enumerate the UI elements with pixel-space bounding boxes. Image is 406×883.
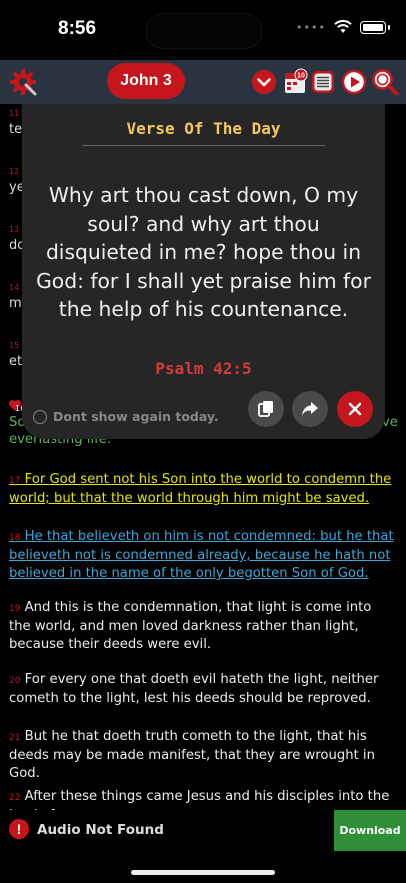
verse-body: And this is the condemnation, that light… bbox=[9, 600, 372, 652]
verse-number: 22 bbox=[9, 793, 21, 803]
verse-number: 17 bbox=[9, 476, 21, 486]
home-indicator[interactable] bbox=[131, 870, 275, 875]
notes-icon[interactable] bbox=[308, 67, 338, 97]
calendar-badge: 10 bbox=[297, 73, 305, 80]
download-button[interactable]: Download bbox=[334, 810, 406, 851]
verse-body: For God sent not his Son into the world … bbox=[9, 472, 392, 506]
dynamic-island bbox=[145, 13, 263, 49]
close-button[interactable] bbox=[337, 391, 373, 427]
verse-fragment: m bbox=[9, 296, 22, 311]
top-toolbar: John 3 10 bbox=[0, 60, 406, 104]
play-icon[interactable] bbox=[339, 67, 369, 97]
battery-icon bbox=[360, 20, 386, 34]
audio-status-text: Audio Not Found bbox=[37, 822, 164, 838]
share-icon bbox=[302, 402, 318, 416]
status-time: 8:56 bbox=[58, 18, 97, 39]
popup-divider bbox=[82, 145, 325, 146]
copy-icon bbox=[258, 401, 273, 417]
battery-tip bbox=[388, 24, 390, 30]
audio-status-bar: ! Audio Not Found Download bbox=[0, 810, 406, 851]
signal-dots: •••• bbox=[296, 20, 326, 34]
verse-fragment: et bbox=[9, 354, 23, 369]
verse-number: 20 bbox=[9, 676, 21, 686]
verse-text[interactable]: 18 He that believeth on him is not conde… bbox=[9, 528, 397, 583]
status-bar: 8:56 •••• bbox=[0, 0, 406, 60]
verse-number: 15 bbox=[9, 341, 20, 350]
verse-body: For every one that doeth evil hateth the… bbox=[9, 672, 379, 706]
verse-of-the-day-popup: Verse Of The Day Why art thou cast down,… bbox=[22, 104, 385, 439]
search-icon[interactable] bbox=[370, 67, 400, 97]
copy-button[interactable] bbox=[248, 391, 284, 427]
verse-number: 18 bbox=[9, 533, 21, 543]
verse-text[interactable]: 17 For God sent not his Son into the wor… bbox=[9, 471, 397, 508]
chevron-down-icon[interactable] bbox=[249, 67, 279, 97]
chapter-selector-button[interactable]: John 3 bbox=[107, 63, 185, 99]
calendar-icon[interactable]: 10 bbox=[280, 67, 310, 97]
popup-title: Verse Of The Day bbox=[126, 119, 281, 138]
verse-number: 21 bbox=[9, 733, 21, 743]
verse-text[interactable]: 21 But he that doeth truth cometh to the… bbox=[9, 728, 397, 783]
verse-fragment: ve bbox=[382, 415, 398, 430]
verse-number: 19 bbox=[9, 604, 21, 614]
dont-show-label: Dont show again today. bbox=[53, 409, 219, 424]
wifi-icon bbox=[334, 20, 352, 33]
alert-icon: ! bbox=[9, 819, 29, 839]
verse-number: 14 bbox=[9, 283, 20, 292]
popup-verse-text: Why art thou cast down, O my soul? and w… bbox=[36, 183, 371, 321]
verse-text[interactable]: 20 For every one that doeth evil hateth … bbox=[9, 671, 397, 708]
dont-show-again-toggle[interactable]: Dont show again today. bbox=[33, 409, 219, 424]
verse-body: But he that doeth truth cometh to the li… bbox=[9, 729, 375, 781]
system-icons: •••• bbox=[296, 20, 390, 34]
popup-reference: Psalm 42:5 bbox=[155, 359, 252, 378]
verse-number: 13 bbox=[9, 225, 20, 234]
verse-number: 12 bbox=[9, 167, 20, 176]
share-button[interactable] bbox=[292, 391, 328, 427]
gear-icon[interactable] bbox=[8, 67, 38, 97]
verse-body: He that believeth on him is not condemne… bbox=[9, 529, 394, 581]
verse-number: 11 bbox=[9, 109, 20, 118]
verse-text[interactable]: 19 And this is the condemnation, that li… bbox=[9, 599, 397, 654]
radio-icon[interactable] bbox=[33, 409, 47, 424]
verse-fragment: te bbox=[9, 122, 23, 137]
close-icon bbox=[348, 402, 362, 416]
